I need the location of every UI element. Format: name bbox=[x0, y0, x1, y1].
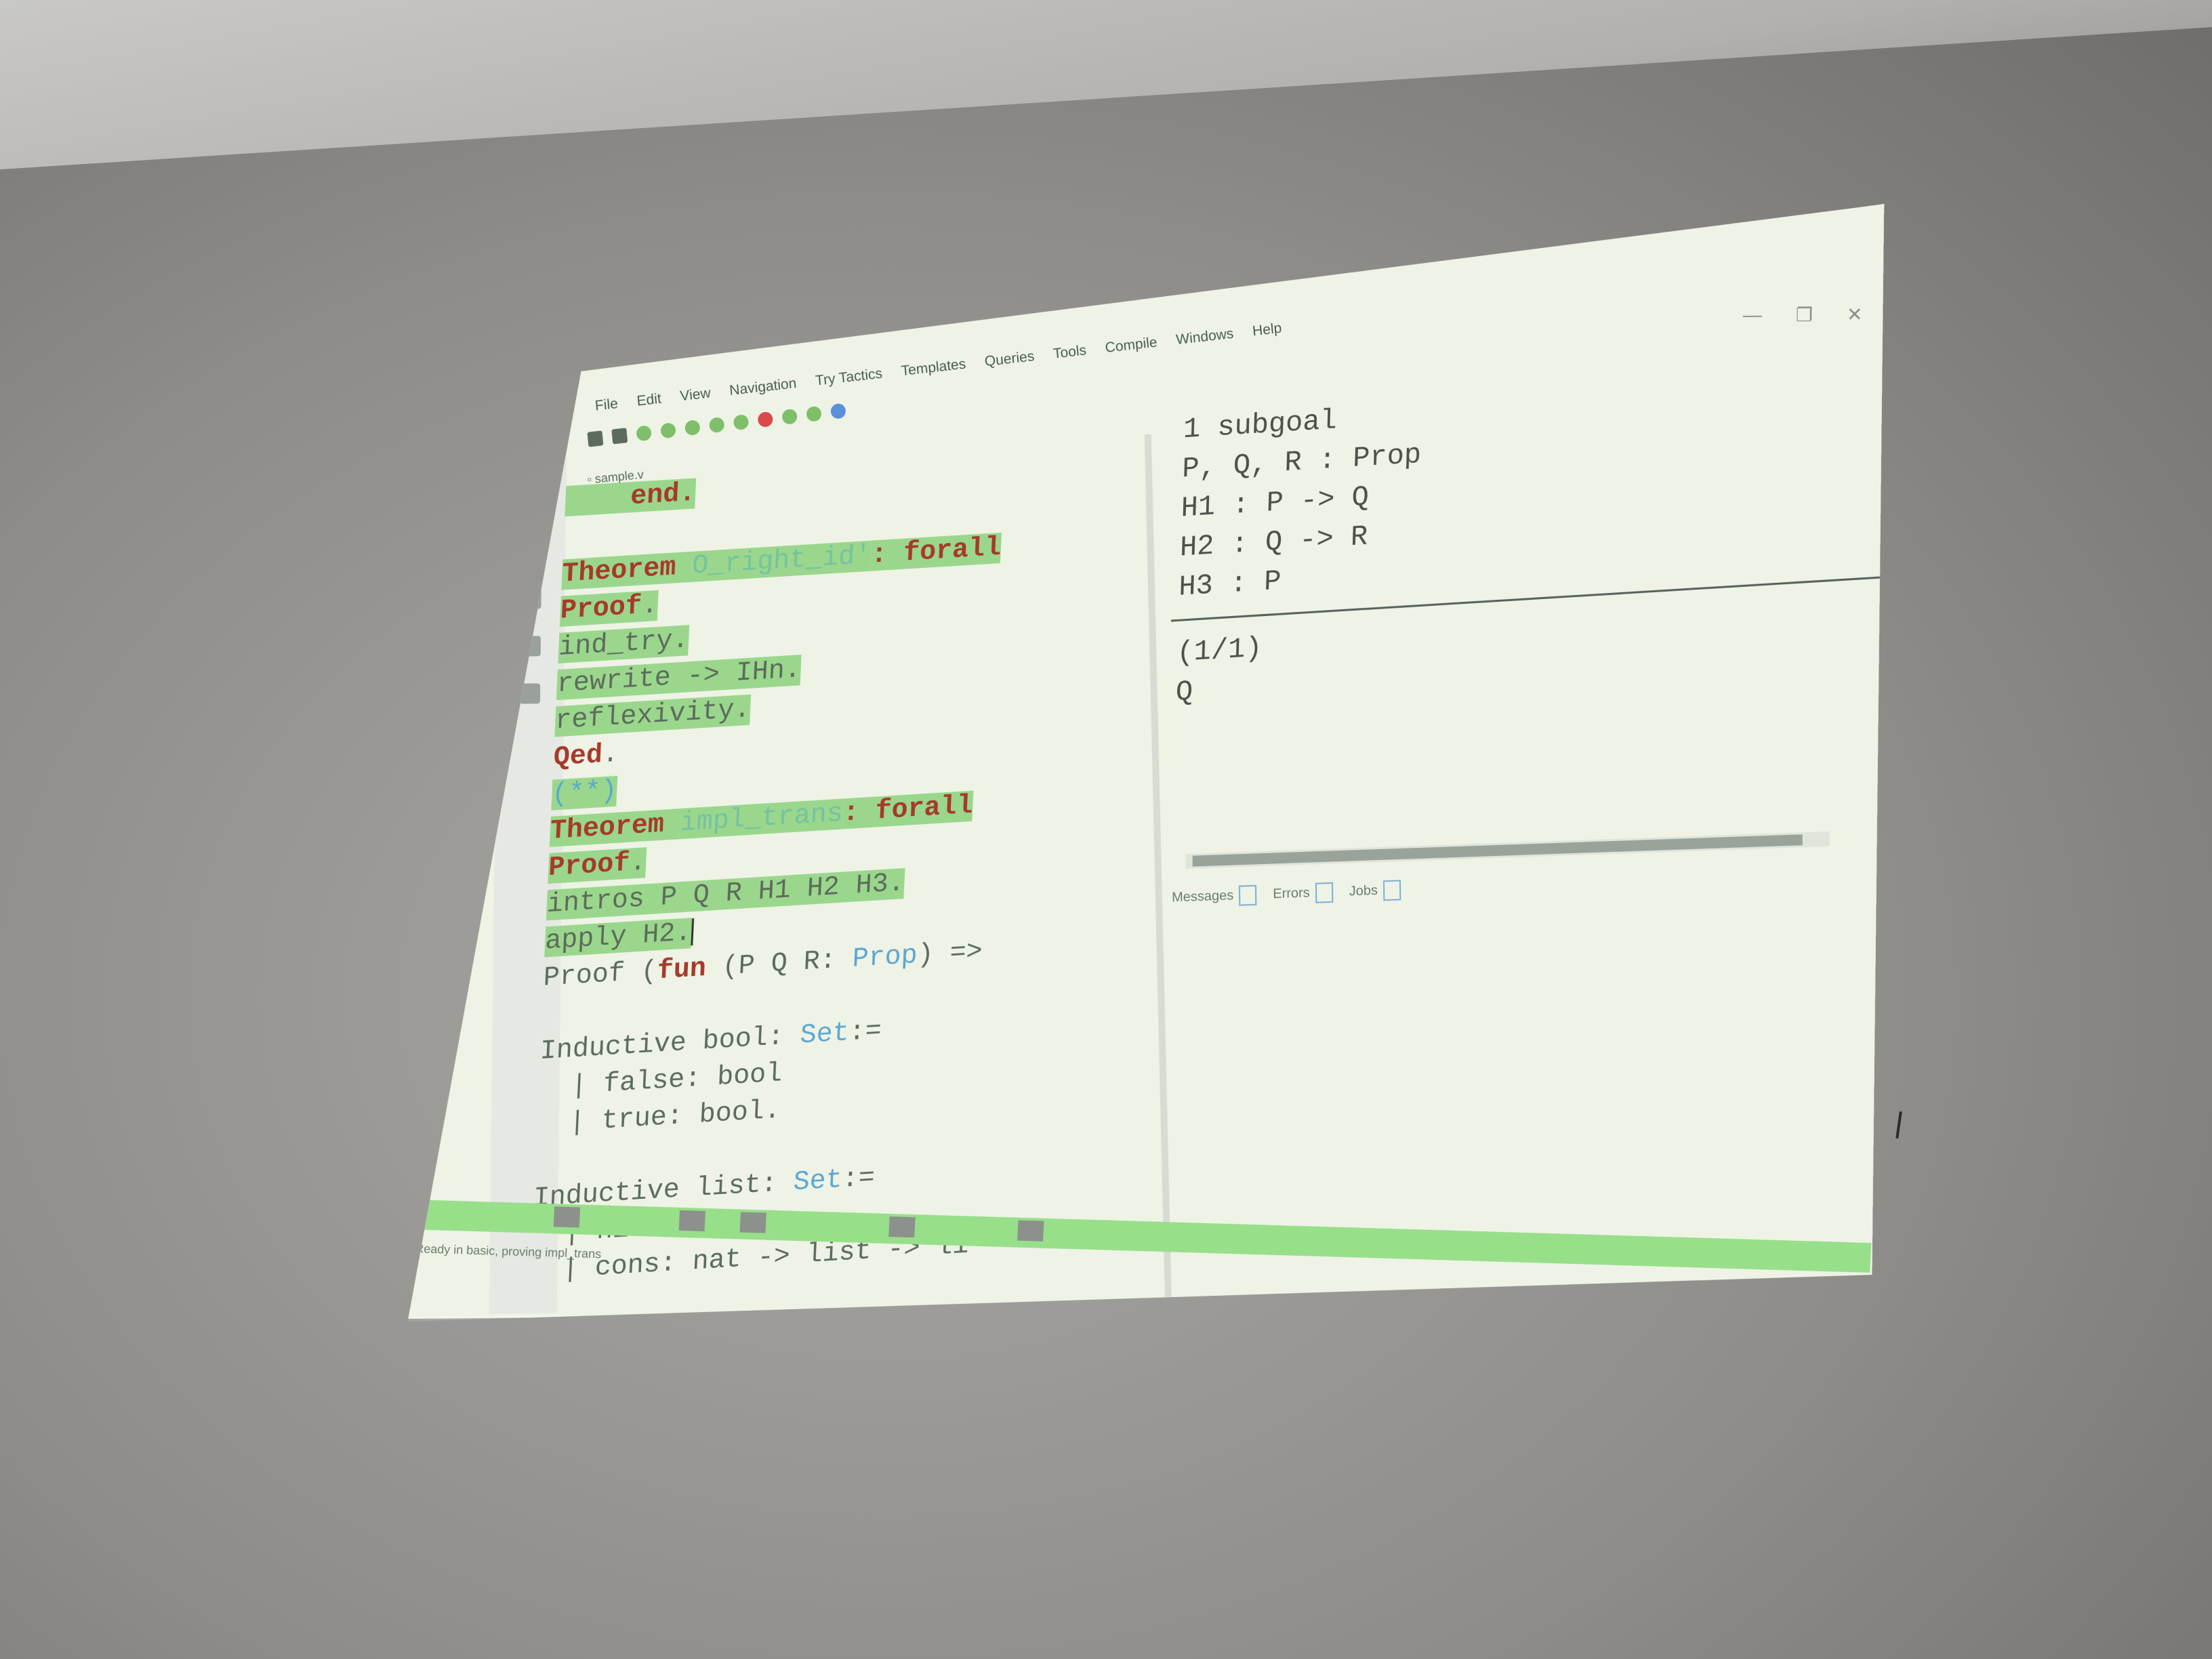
menu-item-view[interactable]: View bbox=[679, 385, 712, 415]
minimize-button[interactable]: — bbox=[1743, 304, 1762, 327]
detach-icon[interactable] bbox=[1315, 882, 1333, 903]
code-token: Proof ( bbox=[542, 956, 658, 994]
menu-item-tools[interactable]: Tools bbox=[1052, 342, 1088, 373]
maximize-button[interactable]: ❐ bbox=[1796, 304, 1813, 326]
code-token: := bbox=[841, 1162, 876, 1195]
tab-jobs[interactable]: Jobs bbox=[1349, 880, 1401, 902]
code-token: : forall bbox=[870, 532, 1002, 571]
chrome-icon[interactable] bbox=[520, 588, 541, 609]
interrupt-icon[interactable] bbox=[757, 411, 773, 428]
code-token: Set bbox=[799, 1018, 850, 1052]
code-token: (P Q R: bbox=[705, 944, 853, 985]
strip-marker bbox=[554, 1206, 580, 1227]
strip-marker bbox=[888, 1216, 915, 1237]
message-tabs: Messages Errors Jobs bbox=[1172, 880, 1401, 908]
code-token: ) => bbox=[916, 936, 983, 971]
detach-icon[interactable] bbox=[1383, 880, 1401, 901]
tab-messages-label: Messages bbox=[1171, 888, 1234, 905]
window-controls: — ❐ ✕ bbox=[1743, 303, 1863, 327]
code-token: := bbox=[848, 1016, 882, 1049]
window-content: — ❐ ✕ File Edit View Navigation Try Tactics T… bbox=[408, 204, 1885, 1315]
menu-item-edit[interactable]: Edit bbox=[636, 391, 663, 421]
strip-marker bbox=[739, 1212, 766, 1233]
cursor-position: Line: 65 Char: 10 bbox=[1530, 1294, 1641, 1313]
folder-icon[interactable] bbox=[522, 493, 542, 514]
wall-cable bbox=[1896, 1111, 1902, 1139]
ceiling-area bbox=[0, 0, 2212, 169]
code-token: Prop bbox=[851, 940, 918, 975]
code-token: Theorem bbox=[561, 551, 693, 590]
menu-item-queries[interactable]: Queries bbox=[984, 348, 1036, 381]
tab-messages[interactable]: Messages bbox=[1172, 885, 1257, 908]
code-token: fun bbox=[656, 953, 707, 987]
text-cursor bbox=[691, 918, 694, 945]
help-icon[interactable] bbox=[830, 403, 846, 419]
code-token: Proof bbox=[559, 591, 642, 627]
step-down-icon[interactable] bbox=[636, 425, 652, 441]
coq-status: Coq is ready bbox=[1694, 1298, 1775, 1315]
goto-end-icon[interactable] bbox=[709, 417, 725, 433]
code-token: . bbox=[640, 590, 659, 622]
menu-item-templates[interactable]: Templates bbox=[901, 356, 968, 391]
goto-start-icon[interactable] bbox=[733, 414, 750, 430]
code-token: (**) bbox=[551, 775, 618, 811]
menu-item-windows[interactable]: Windows bbox=[1175, 326, 1235, 359]
tab-errors[interactable]: Errors bbox=[1273, 882, 1333, 905]
code-token: O_right_id' bbox=[691, 540, 872, 582]
restart-icon[interactable] bbox=[781, 409, 798, 425]
status-message: Ready in basic, proving impl_trans bbox=[414, 1242, 602, 1261]
code-token: Qed bbox=[552, 739, 603, 774]
find-icon[interactable] bbox=[806, 406, 822, 422]
close-icon[interactable] bbox=[611, 428, 628, 444]
menu-item-compile[interactable]: Compile bbox=[1105, 334, 1159, 367]
menu-item-file[interactable]: File bbox=[594, 396, 619, 426]
goals-scrollbar[interactable] bbox=[1185, 832, 1829, 869]
code-token: . bbox=[629, 847, 647, 879]
code-token: . bbox=[601, 739, 619, 771]
tab-errors-label: Errors bbox=[1273, 885, 1310, 902]
code-token: Set bbox=[792, 1164, 843, 1199]
code-token: end. bbox=[565, 478, 697, 517]
goto-cursor-icon[interactable] bbox=[684, 419, 701, 436]
pane-divider[interactable] bbox=[1145, 434, 1172, 1315]
store-icon[interactable] bbox=[521, 541, 541, 561]
code-token: Proof bbox=[548, 848, 631, 884]
tab-jobs-label: Jobs bbox=[1349, 882, 1378, 899]
scrollbar-thumb[interactable] bbox=[1192, 834, 1802, 866]
close-button[interactable]: ✕ bbox=[1847, 303, 1863, 325]
detach-icon[interactable] bbox=[1239, 885, 1256, 906]
save-icon[interactable] bbox=[587, 430, 603, 447]
code-token: Theorem bbox=[549, 808, 681, 847]
coq-icon[interactable] bbox=[520, 683, 540, 703]
progress-count: 0 / 0 bbox=[1828, 1303, 1857, 1315]
script-editor[interactable]: end. Theorem O_right_id': forall Proof. ind… bbox=[528, 448, 1149, 1313]
goals-pane: 1 subgoal P, Q, R : Prop H1 : P -> Q H2 … bbox=[1176, 369, 1861, 668]
menu-item-navigation[interactable]: Navigation bbox=[729, 375, 798, 410]
menu-item-help[interactable]: Help bbox=[1252, 321, 1284, 351]
menu-item-try-tactics[interactable]: Try Tactics bbox=[815, 366, 884, 401]
code-token: impl_trans bbox=[679, 798, 844, 840]
office-icon[interactable] bbox=[520, 636, 541, 656]
code-token: ind_try. bbox=[558, 625, 690, 663]
projected-screen: — ❐ ✕ File Edit View Navigation Try Tactics T… bbox=[408, 204, 1885, 1315]
windows-icon[interactable] bbox=[523, 398, 544, 419]
search-icon[interactable] bbox=[523, 446, 543, 466]
code-token: apply H2. bbox=[544, 918, 693, 958]
code-token: : forall bbox=[842, 790, 974, 830]
strip-marker bbox=[679, 1210, 705, 1231]
strip-marker bbox=[1017, 1221, 1044, 1242]
step-up-icon[interactable] bbox=[660, 422, 676, 438]
